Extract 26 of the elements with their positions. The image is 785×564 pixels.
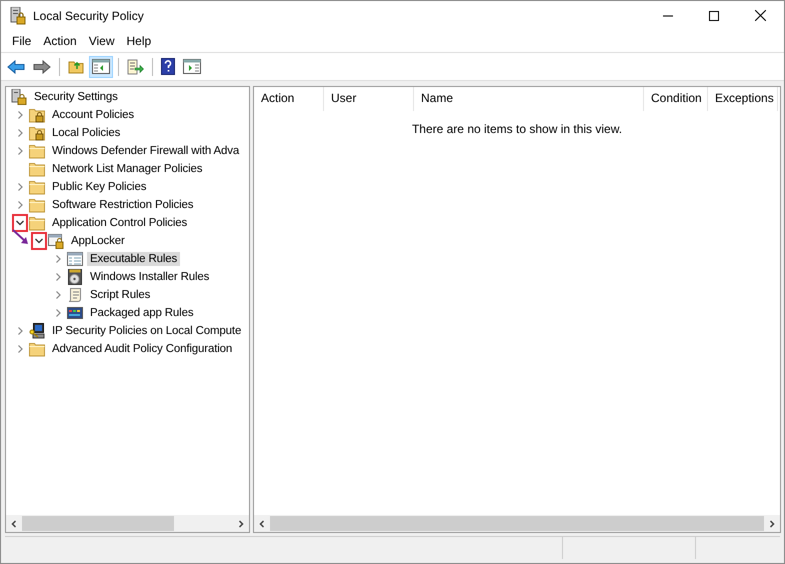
column-header[interactable]: Action [254,87,324,111]
column-header[interactable]: Exceptions [708,87,778,111]
tree-item[interactable]: AppLocker [68,234,128,248]
tree-item[interactable]: Executable Rules [87,252,180,266]
window-title: Local Security Policy [33,8,144,22]
tree-item[interactable]: Network List Manager Policies [49,162,206,176]
tree-item[interactable]: Security Settings [31,90,121,104]
menu-item[interactable]: Help [120,32,158,50]
tree-item[interactable]: Public Key Policies [49,180,150,194]
column-header[interactable]: Condition [644,87,708,111]
tree-item[interactable]: Windows Defender Firewall with Adva [49,144,242,158]
tree-item[interactable]: Local Policies [49,126,124,140]
menu-item[interactable]: File [6,32,38,50]
menu-item[interactable]: Action [37,32,83,50]
tree-item[interactable]: Application Control Policies [49,216,190,230]
tree-item[interactable]: Script Rules [87,288,154,302]
tree-item[interactable]: Windows Installer Rules [87,270,212,284]
column-header[interactable]: Name [414,87,644,111]
menu-item[interactable]: View [82,32,120,50]
tree-item[interactable]: Account Policies [49,108,137,122]
tree-item[interactable]: Advanced Audit Policy Configuration [49,342,236,356]
column-header[interactable]: User [324,87,414,111]
empty-message: There are no items to show in this view. [412,122,622,136]
tree-item[interactable]: Software Restriction Policies [49,198,196,212]
tree-item[interactable]: Packaged app Rules [87,306,196,320]
tree-item[interactable]: IP Security Policies on Local Compute [49,324,244,338]
